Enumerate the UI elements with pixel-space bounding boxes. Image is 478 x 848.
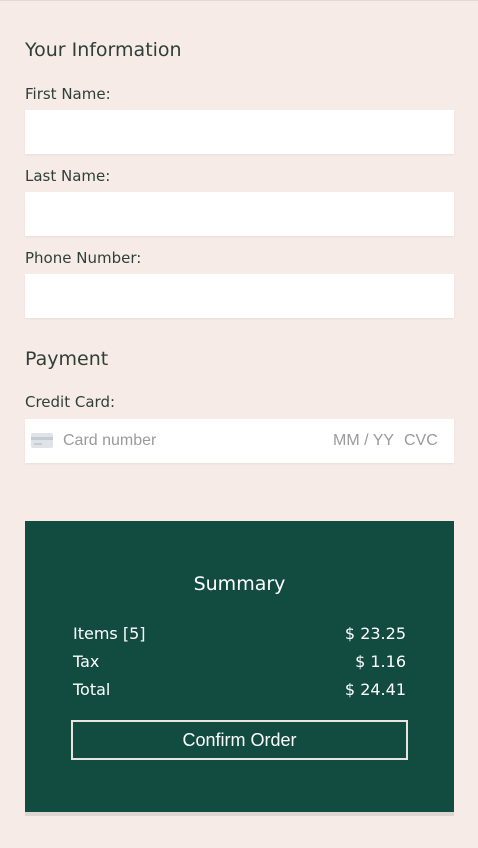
summary-row-tax: Tax $ 1.16 (73, 652, 406, 672)
first-name-input[interactable] (25, 110, 454, 154)
summary-label: Total (73, 680, 111, 699)
last-name-input[interactable] (25, 192, 454, 236)
summary-row-items: Items [5] $ 23.25 (73, 624, 406, 644)
confirm-order-button[interactable]: Confirm Order (71, 720, 408, 760)
order-summary-panel: Summary Items [5] $ 23.25 Tax $ 1.16 Tot… (25, 521, 454, 812)
credit-card-icon (31, 433, 53, 448)
summary-row-total: Total $ 24.41 (73, 680, 406, 700)
your-information-title: Your Information (25, 39, 182, 61)
card-cvc-input[interactable] (404, 419, 444, 463)
summary-label: Tax (73, 652, 100, 671)
last-name-label: Last Name: (25, 167, 111, 185)
phone-number-input[interactable] (25, 274, 454, 318)
card-number-input[interactable] (63, 419, 303, 463)
credit-card-label: Credit Card: (25, 393, 116, 411)
summary-value: $ 23.25 (344, 624, 406, 643)
credit-card-field[interactable] (25, 419, 454, 463)
phone-number-label: Phone Number: (25, 249, 142, 267)
summary-title: Summary (193, 573, 286, 595)
summary-value: $ 1.16 (355, 652, 406, 671)
first-name-label: First Name: (25, 85, 111, 103)
card-expiry-input[interactable] (333, 419, 399, 463)
summary-label: Items [5] (73, 624, 146, 643)
summary-value: $ 24.41 (344, 680, 406, 699)
payment-title: Payment (25, 348, 109, 370)
